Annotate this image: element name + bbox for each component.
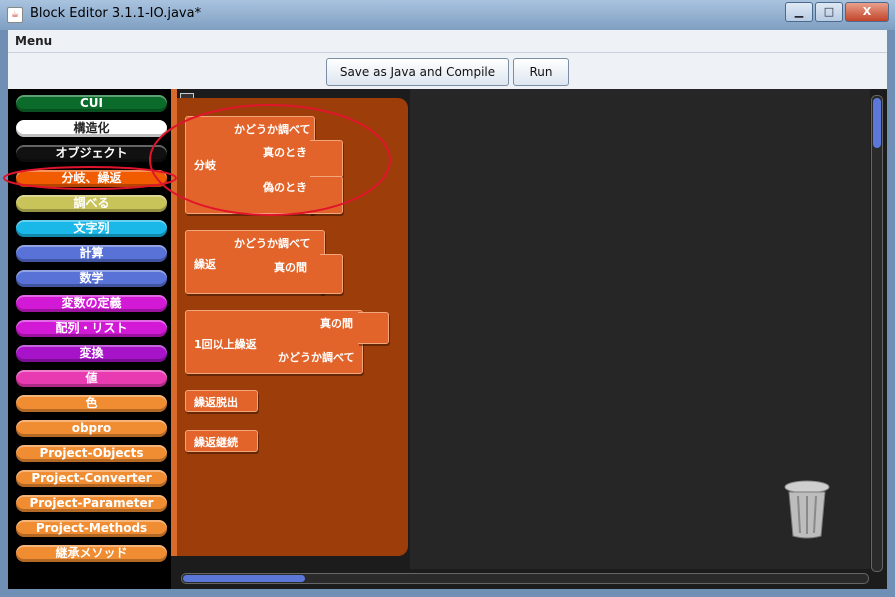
highlight-ellipse-category [3,166,177,190]
highlight-ellipse-block [149,104,391,216]
annotation-overlay [3,104,391,216]
